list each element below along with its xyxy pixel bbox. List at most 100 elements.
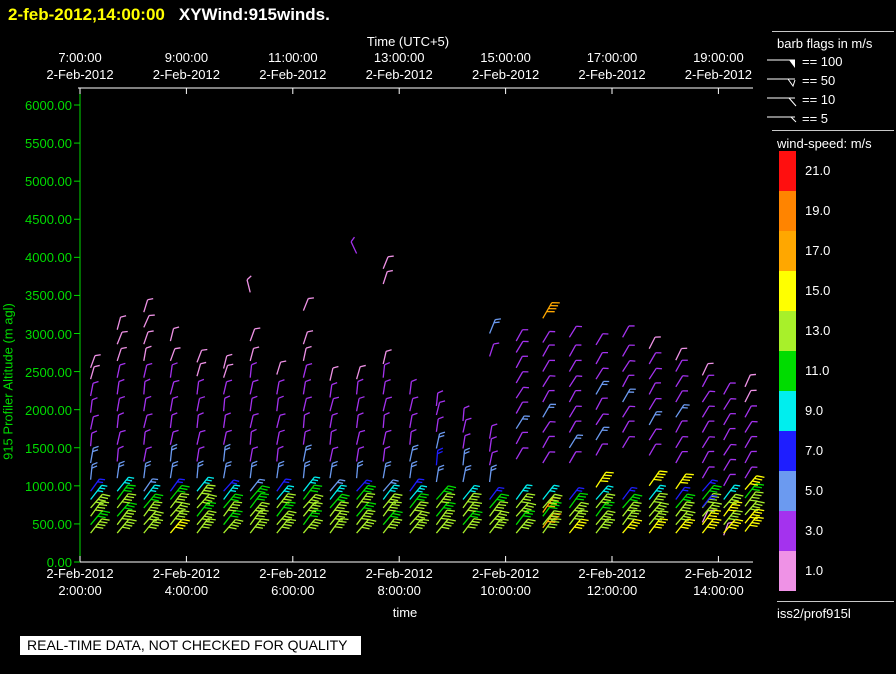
barb-stroke [89, 399, 93, 413]
wind-barb [355, 378, 364, 395]
full-barb-icon [767, 97, 797, 107]
wind-barb [169, 443, 178, 462]
wind-barb [249, 501, 270, 517]
wind-barb [143, 446, 152, 462]
wind-barb [595, 426, 610, 441]
colorbar-segment [779, 231, 796, 271]
barb-stroke [223, 479, 235, 492]
wind-barb [675, 450, 688, 464]
wind-barb [276, 493, 296, 509]
barb-stroke [409, 446, 414, 462]
barb-stroke [744, 390, 752, 403]
wind-barb [542, 344, 555, 357]
barb-stroke [249, 328, 256, 342]
wind-barb [744, 373, 757, 388]
barb-stroke [331, 381, 338, 386]
top-axis-date-label: 2-Feb-2012 [259, 67, 327, 82]
wind-barb [568, 434, 584, 449]
wind-barb [435, 431, 446, 449]
barb-stroke [143, 448, 147, 462]
barb-stroke [152, 478, 159, 481]
wind-barb [462, 417, 472, 433]
barb-stroke [682, 390, 689, 392]
wind-barb [382, 396, 393, 412]
barb-stroke [360, 364, 366, 368]
barb-stroke [278, 460, 285, 464]
wind-barb [223, 518, 244, 534]
barb-stroke [576, 325, 583, 328]
barb-stroke [332, 365, 339, 369]
wind-barb [222, 429, 232, 445]
wind-barb [382, 255, 394, 270]
app-window: 2-feb-2012,14:00:00 XYWind:915winds. Time… [0, 0, 896, 674]
barb-stroke [575, 451, 582, 453]
wind-barb [196, 378, 205, 395]
wind-barb [276, 460, 285, 479]
barb-stroke [630, 388, 636, 390]
barb-stroke [89, 448, 94, 464]
legend-separator-mid [772, 130, 894, 131]
wind-barb [515, 518, 536, 534]
wind-barb [143, 413, 153, 429]
barb-stroke [655, 443, 662, 445]
wind-barb [568, 509, 589, 526]
wind-barb [675, 493, 696, 509]
barb-stroke [145, 345, 152, 349]
wind-barb [542, 435, 555, 449]
barb-stroke [382, 381, 386, 395]
barb-stroke [89, 355, 96, 369]
wind-barb [595, 397, 608, 411]
wind-barb [382, 349, 392, 365]
barb-stroke [196, 363, 202, 377]
barb-stroke [412, 396, 419, 400]
barb-stroke [568, 451, 577, 464]
barb-stroke [542, 331, 551, 343]
colorbar-segment [779, 431, 796, 471]
barb-stroke [489, 487, 500, 500]
wind-barb [116, 493, 137, 509]
wind-barb [116, 429, 126, 445]
wind-barb [276, 360, 287, 375]
barb-stroke [331, 428, 337, 433]
barb-stroke [222, 381, 228, 395]
barb-stroke [251, 361, 258, 366]
barb-stroke [306, 362, 313, 366]
barb-stroke [595, 367, 604, 380]
barb-stroke [751, 450, 757, 453]
barb-stroke [409, 478, 420, 492]
wind-barb [723, 427, 736, 441]
wind-barb [435, 400, 446, 416]
barb-stroke [682, 375, 689, 377]
barb-stroke [488, 425, 493, 439]
barb-stroke [723, 382, 731, 395]
barb-stroke [629, 405, 636, 408]
wind-barb [462, 447, 471, 466]
wind-barb [116, 378, 125, 395]
barb-stroke [279, 413, 286, 416]
barb-stroke [222, 398, 226, 412]
barb-stroke [522, 340, 529, 343]
wind-barb [542, 389, 555, 403]
wind-barb [701, 492, 722, 509]
barb-stroke [683, 404, 690, 406]
wind-barb [542, 302, 560, 319]
barb-stroke [568, 360, 577, 372]
barb-stroke [171, 443, 178, 448]
barb-stroke [277, 445, 284, 450]
barb-stroke [196, 431, 201, 445]
barb-stroke [101, 484, 108, 487]
wind-barb [648, 367, 663, 380]
barb-stroke [382, 256, 389, 270]
barb-stroke [169, 431, 174, 445]
top-axis-date-label: 2-Feb-2012 [46, 67, 114, 82]
barb-stroke [542, 344, 550, 357]
wind-barb [542, 403, 557, 418]
wind-barb [675, 390, 689, 403]
barb-stroke [119, 429, 126, 433]
barb-stroke [196, 463, 199, 479]
barb-stroke [622, 405, 631, 418]
wind-barb [143, 330, 154, 345]
wind-barb [249, 485, 270, 500]
wind-barb [169, 460, 179, 479]
colorbar-value: 19.0 [805, 203, 831, 218]
